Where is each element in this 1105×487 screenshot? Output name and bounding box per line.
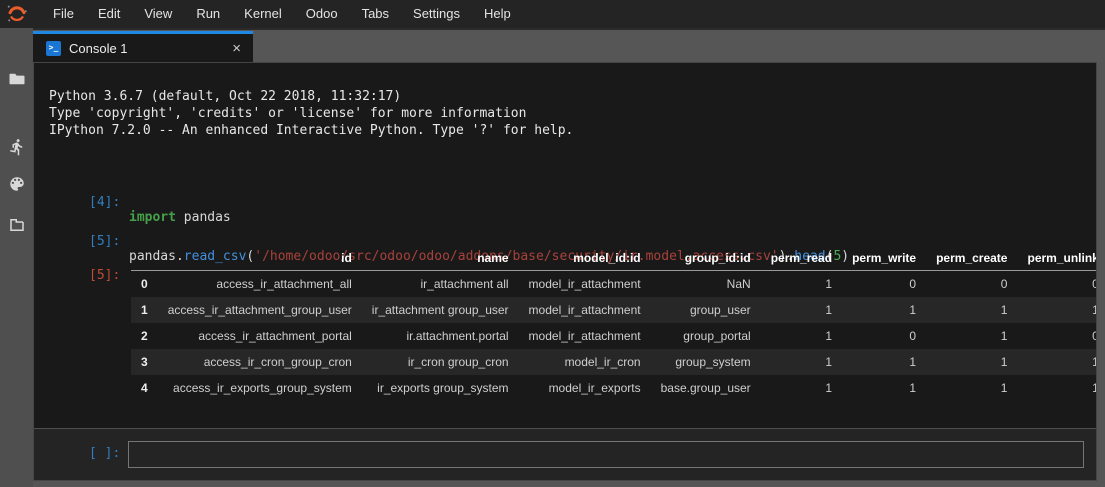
table-cell: model_ir_attachment [519,271,651,298]
kernel-banner: Python 3.6.7 (default, Oct 22 2018, 11:3… [49,88,573,139]
table-cell: 1 [761,323,842,349]
console-input-cell: [ ]: [34,428,1096,480]
odoo-logo[interactable] [0,0,33,28]
banner-line: Python 3.6.7 (default, Oct 22 2018, 11:3… [49,88,573,105]
menu-item-tabs[interactable]: Tabs [350,0,401,28]
dataframe-table: idnamemodel_id:idgroup_id:idperm_readper… [131,246,1097,401]
table-cell: 1 [926,375,1017,401]
table-cell: 1 [1017,297,1097,323]
table-cell: 1 [926,297,1017,323]
table-cell: group_user [651,297,761,323]
table-cell: ir_attachment all [362,271,519,298]
menu-bar: FileEditViewRunKernelOdooTabsSettingsHel… [0,0,1105,28]
table-cell: 3 [131,349,158,375]
table-cell: access_ir_attachment_portal [158,323,362,349]
close-icon[interactable]: × [232,41,241,56]
table-cell: ir_cron group_cron [362,349,519,375]
table-header-cell: perm_create [926,246,1017,271]
table-cell: 1 [761,349,842,375]
table-row: 0access_ir_attachment_allir_attachment a… [131,271,1097,298]
table-cell: base.group_user [651,375,761,401]
table-cell: 1 [1017,349,1097,375]
table-cell: 0 [131,271,158,298]
table-row: 2access_ir_attachment_portalir.attachmen… [131,323,1097,349]
table-cell: 1 [842,375,926,401]
table-cell: 1 [131,297,158,323]
table-cell: 1 [761,271,842,298]
table-cell: model_ir_exports [519,375,651,401]
menu-item-help[interactable]: Help [472,0,523,28]
table-row: 3access_ir_cron_group_cronir_cron group_… [131,349,1097,375]
tab-console-1[interactable]: >_ Console 1 × [33,31,253,62]
table-cell: 1 [761,375,842,401]
tab-bar: >_ Console 1 × [33,28,1105,62]
tab-title: Console 1 [69,41,128,56]
table-cell: model_ir_attachment [519,323,651,349]
input-prompt: [ ]: [89,446,120,461]
menu-item-file[interactable]: File [41,0,86,28]
table-cell: 2 [131,323,158,349]
table-cell: 0 [1017,271,1097,298]
table-cell: access_ir_cron_group_cron [158,349,362,375]
table-row: 1access_ir_attachment_group_userir_attac… [131,297,1097,323]
table-header-cell: perm_write [842,246,926,271]
folder-icon[interactable] [0,70,33,93]
table-cell: ir.attachment.portal [362,323,519,349]
table-header-cell: model_id:id [519,246,651,271]
console-icon: >_ [46,41,61,56]
console-panel: Python 3.6.7 (default, Oct 22 2018, 11:3… [33,62,1097,481]
odoo-logo-icon [6,3,28,25]
banner-line: IPython 7.2.0 -- An enhanced Interactive… [49,122,573,139]
table-cell: access_ir_exports_group_system [158,375,362,401]
table-cell: NaN [651,271,761,298]
table-header-cell: perm_read [761,246,842,271]
table-cell: 4 [131,375,158,401]
menu-items: FileEditViewRunKernelOdooTabsSettingsHel… [41,0,523,28]
console-cell: [5]: pandas.read_csv('/home/odoo/src/odo… [34,219,1096,236]
table-cell: 1 [761,297,842,323]
dataframe-output: idnamemodel_id:idgroup_id:idperm_readper… [131,246,1097,401]
table-cell: model_ir_attachment [519,297,651,323]
open-tabs-icon[interactable] [0,216,33,239]
table-cell: model_ir_cron [519,349,651,375]
table-cell: 1 [842,297,926,323]
table-cell: group_system [651,349,761,375]
table-header-cell: group_id:id [651,246,761,271]
table-row: 4access_ir_exports_group_systemir_export… [131,375,1097,401]
table-cell: 0 [926,271,1017,298]
table-header-cell [131,246,158,271]
menu-item-settings[interactable]: Settings [401,0,472,28]
menu-item-run[interactable]: Run [184,0,232,28]
console-code-input[interactable] [128,441,1084,468]
table-cell: 0 [1017,323,1097,349]
table-cell: group_portal [651,323,761,349]
table-cell: 1 [1017,375,1097,401]
table-cell: 1 [842,349,926,375]
table-cell: 1 [926,323,1017,349]
table-cell: 0 [842,323,926,349]
menu-item-edit[interactable]: Edit [86,0,132,28]
console-cell: [4]: import pandas [34,180,1096,197]
menu-item-kernel[interactable]: Kernel [232,0,294,28]
table-cell: 1 [926,349,1017,375]
input-prompt: [5]: [89,234,120,249]
menu-item-view[interactable]: View [132,0,184,28]
output-prompt: [5]: [89,268,120,283]
palette-icon[interactable] [0,175,33,198]
table-header-cell: name [362,246,519,271]
table-header-cell: perm_unlink [1017,246,1097,271]
left-sidebar [0,28,33,487]
banner-line: Type 'copyright', 'credits' or 'license'… [49,105,573,122]
table-cell: ir_attachment group_user [362,297,519,323]
table-cell: ir_exports group_system [362,375,519,401]
jupyterlab-odoo-window: { "menubar": { "items": ["File", "Edit",… [0,0,1105,487]
input-prompt: [4]: [89,195,120,210]
table-header-cell: id [158,246,362,271]
table-cell: access_ir_attachment_group_user [158,297,362,323]
running-man-icon[interactable] [0,138,33,161]
table-cell: access_ir_attachment_all [158,271,362,298]
menu-item-odoo[interactable]: Odoo [294,0,350,28]
table-cell: 0 [842,271,926,298]
